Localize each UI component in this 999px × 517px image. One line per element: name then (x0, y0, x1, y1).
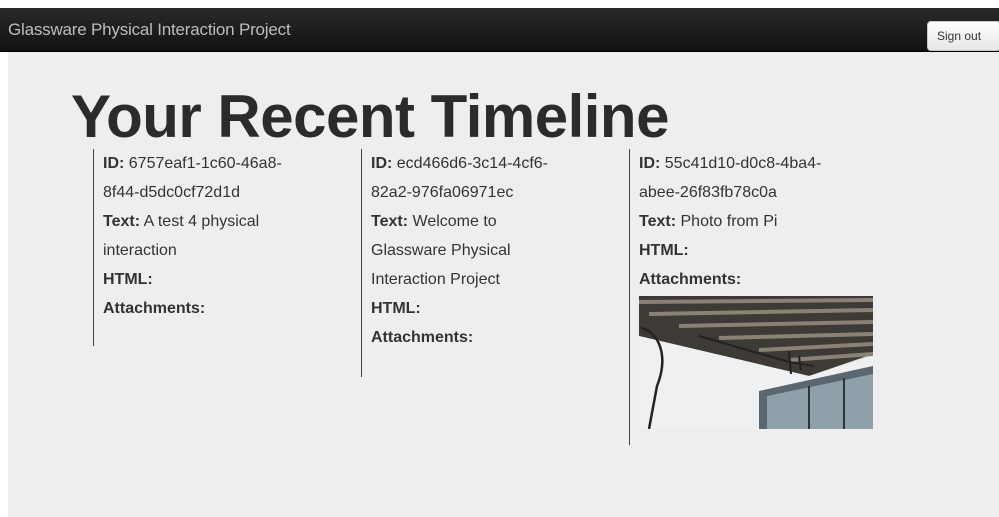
card-id-cont: 82a2-976fa06971ec (371, 184, 514, 201)
page-title: Your Recent Timeline (71, 83, 669, 150)
attachments-label: Attachments: (103, 300, 206, 317)
attachment-photo[interactable] (639, 296, 873, 429)
card-id: ID: 6757eaf1-1c60-46a8- (103, 149, 333, 178)
text-value: Photo from Pi (680, 213, 778, 230)
sign-out-button[interactable]: Sign out (927, 21, 999, 51)
brand-title[interactable]: Glassware Physical Interaction Project (8, 20, 291, 40)
card-id: ID: 55c41d10-d0c8-4ba4- (639, 149, 869, 178)
text-label: Text: (103, 213, 141, 230)
text-label: Text: (639, 213, 677, 230)
photo-image (639, 296, 873, 429)
text-label: Text: (371, 213, 409, 230)
main-content: Your Recent Timeline ID: 6757eaf1-1c60-4… (8, 52, 999, 517)
id-label: ID: (371, 155, 393, 172)
html-label: HTML: (639, 242, 689, 259)
top-navbar: Glassware Physical Interaction Project S… (0, 8, 999, 52)
html-label: HTML: (103, 271, 153, 288)
id-value: ecd466d6-3c14-4cf6- (396, 155, 548, 172)
id-value: 6757eaf1-1c60-46a8- (128, 155, 282, 172)
card-text: Text: Welcome to (371, 207, 601, 236)
card-id: ID: ecd466d6-3c14-4cf6- (371, 149, 601, 178)
attachments-label: Attachments: (639, 271, 742, 288)
id-value: 55c41d10-d0c8-4ba4- (664, 155, 822, 172)
attachments-label: Attachments: (371, 329, 474, 346)
id-label: ID: (639, 155, 661, 172)
card-text-cont: interaction (103, 242, 177, 259)
card-id-cont: 8f44-d5dc0cf72d1d (103, 184, 240, 201)
html-label: HTML: (371, 300, 421, 317)
card-text: Text: A test 4 physical (103, 207, 333, 236)
card-text: Text: Photo from Pi (639, 207, 869, 236)
text-value: A test 4 physical (143, 213, 260, 230)
card-id-cont: abee-26f83fb78c0a (639, 184, 777, 201)
card-text-cont: Interaction Project (371, 271, 500, 288)
id-label: ID: (103, 155, 125, 172)
card-text-cont: Glassware Physical (371, 242, 511, 259)
timeline-card: ID: ecd466d6-3c14-4cf6- 82a2-976fa06971e… (361, 149, 601, 377)
timeline-card: ID: 55c41d10-d0c8-4ba4- abee-26f83fb78c0… (629, 149, 873, 445)
timeline-card: ID: 6757eaf1-1c60-46a8- 8f44-d5dc0cf72d1… (93, 149, 333, 346)
text-value: Welcome to (412, 213, 497, 230)
